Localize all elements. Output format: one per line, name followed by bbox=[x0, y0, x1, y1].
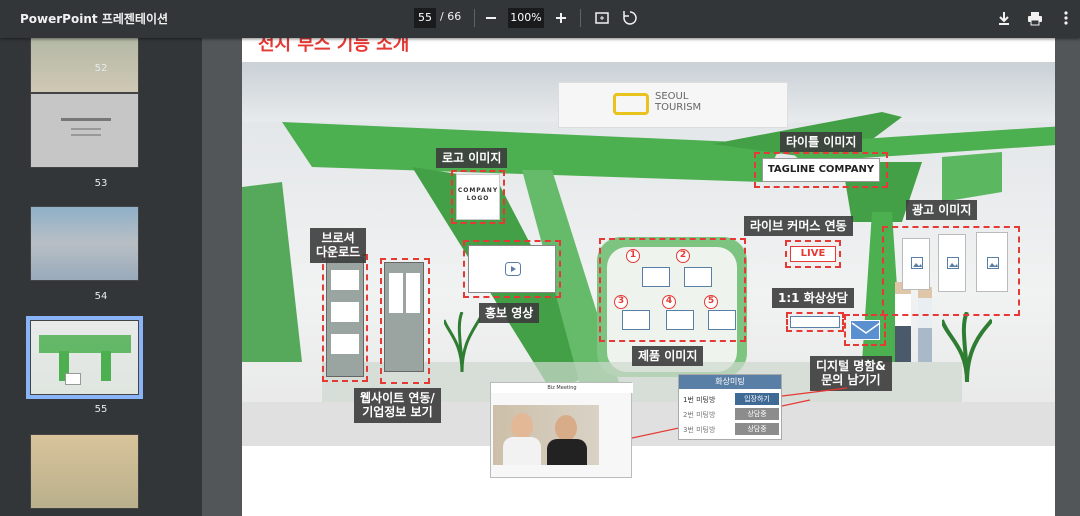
meeting-room-label: 1번 미팅방 bbox=[683, 396, 716, 404]
download-icon[interactable] bbox=[993, 7, 1015, 29]
page-thumbnail[interactable] bbox=[30, 93, 139, 168]
zoom-in-icon[interactable] bbox=[550, 7, 572, 29]
zoom-out-icon[interactable] bbox=[480, 7, 502, 29]
page-number-input[interactable]: 55 bbox=[414, 8, 436, 28]
toolbar-divider bbox=[474, 9, 475, 27]
thumbnail-number: 54 bbox=[94, 291, 108, 302]
room-busy-badge: 상담중 bbox=[735, 408, 779, 420]
fit-page-icon[interactable] bbox=[591, 7, 613, 29]
thumbnail-number: 53 bbox=[94, 178, 108, 189]
page-thumbnail[interactable] bbox=[30, 434, 139, 509]
video-meeting-window: Biz Meeting bbox=[490, 382, 633, 478]
enter-room-button[interactable]: 입장하기 bbox=[735, 393, 779, 405]
page-thumbnail-selected[interactable] bbox=[26, 316, 143, 399]
document-viewer[interactable]: 전시 부스 기능 소개 SEOUL TOURISM COMPANY LOGO T… bbox=[202, 38, 1080, 516]
zoom-level-input[interactable]: 100% bbox=[508, 8, 544, 28]
pdf-toolbar: PowerPoint 프레젠테이션 55 / 66 100% bbox=[0, 0, 1080, 38]
meeting-room-panel: 화상미팅 1번 미팅방 입장하기 2번 미팅방 상담중 3번 미팅방 상담중 bbox=[678, 374, 782, 440]
thumbnail-sidebar: 52 53 54 55 bbox=[0, 38, 202, 516]
video-window-title: Biz Meeting bbox=[491, 383, 633, 393]
rotate-icon[interactable] bbox=[619, 7, 641, 29]
document-title: PowerPoint 프레젠테이션 bbox=[20, 12, 169, 26]
callout-arrows bbox=[631, 387, 848, 439]
slide-page: 전시 부스 기능 소개 SEOUL TOURISM COMPANY LOGO T… bbox=[242, 38, 1055, 516]
thumbnail-number: 55 bbox=[94, 404, 108, 415]
meeting-room-label: 2번 미팅방 bbox=[683, 411, 716, 419]
page-thumbnail[interactable] bbox=[30, 206, 139, 281]
room-busy-badge: 상담중 bbox=[735, 423, 779, 435]
toolbar-divider bbox=[580, 9, 581, 27]
page-total: / 66 bbox=[440, 10, 462, 23]
thumbnail-number: 52 bbox=[94, 63, 108, 74]
video-feed bbox=[493, 405, 599, 465]
meeting-room-label: 3번 미팅방 bbox=[683, 426, 716, 434]
print-icon[interactable] bbox=[1024, 7, 1046, 29]
meeting-panel-title: 화상미팅 bbox=[679, 375, 781, 389]
more-vert-icon[interactable] bbox=[1055, 7, 1077, 29]
